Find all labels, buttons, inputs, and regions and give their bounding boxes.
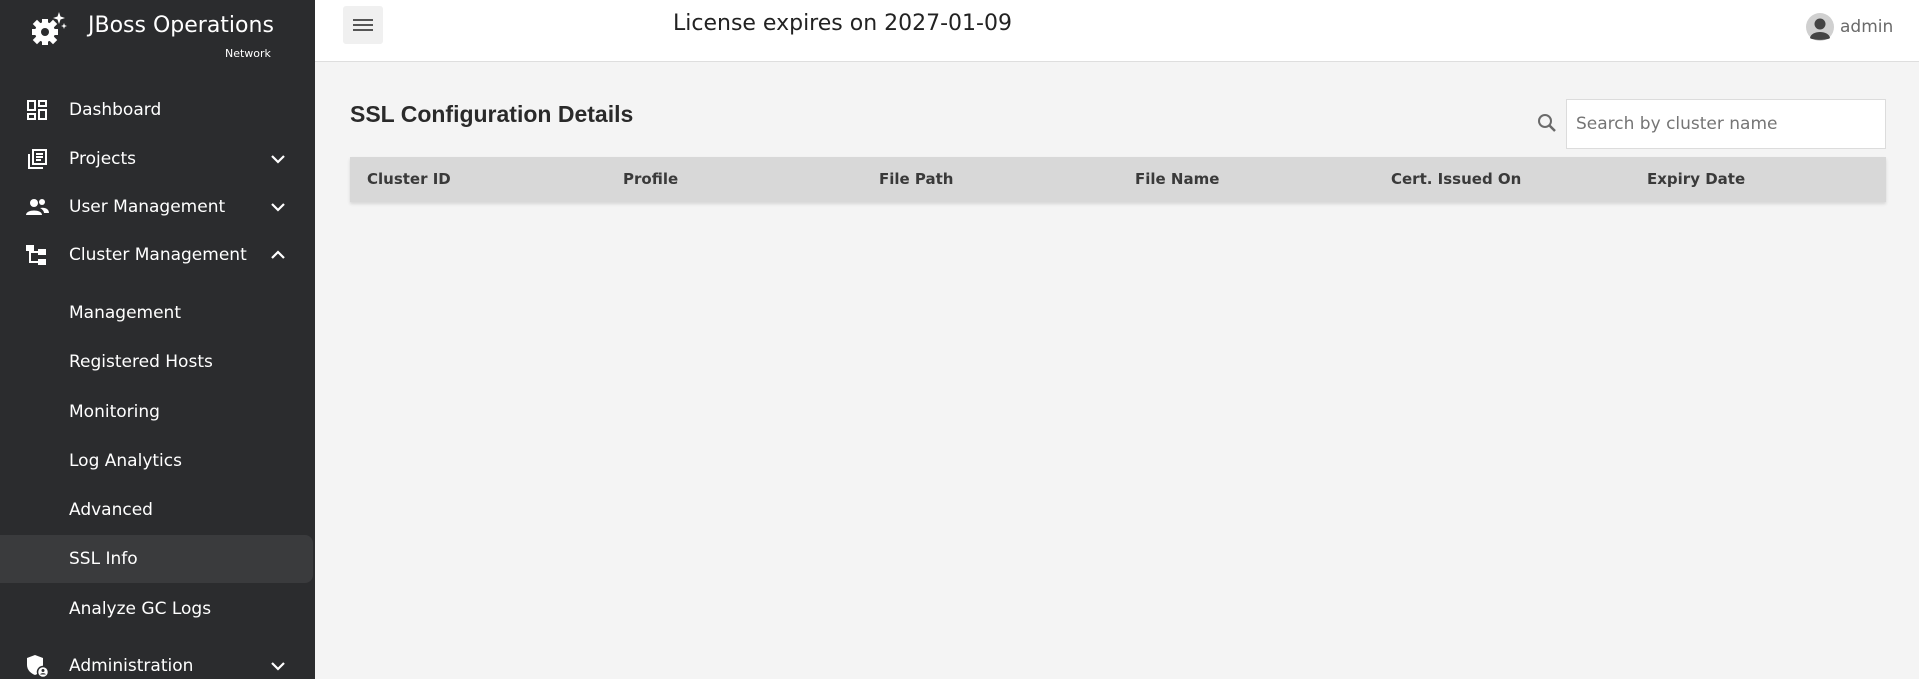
brand-title: JBoss Operations <box>88 13 274 38</box>
menu-toggle-button[interactable] <box>343 6 383 44</box>
chevron-down-icon[interactable] <box>268 149 288 169</box>
sidebar-subitem-monitoring[interactable]: Monitoring <box>0 388 315 436</box>
user-name: admin <box>1840 17 1894 37</box>
sidebar-subitem-registered-hosts[interactable]: Registered Hosts <box>0 338 315 386</box>
sidebar-item-cluster-management[interactable]: Cluster Management <box>0 231 315 279</box>
sidebar-subitem-label: Analyze GC Logs <box>69 599 212 619</box>
sidebar-subitem-analyze-gc-logs[interactable]: Analyze GC Logs <box>0 585 315 633</box>
sidebar-item-administration[interactable]: Administration <box>0 642 315 679</box>
chevron-up-icon[interactable] <box>268 245 288 265</box>
sidebar-subitem-label: Advanced <box>69 500 153 520</box>
sidebar-subitem-label: Monitoring <box>69 402 160 422</box>
brand[interactable]: JBoss Operations Network <box>0 0 315 80</box>
sidebar-item-projects[interactable]: Projects <box>0 135 315 183</box>
column-header-cert-issued-on[interactable]: Cert. Issued On <box>1391 157 1521 202</box>
search-icon[interactable] <box>1535 111 1559 135</box>
dashboard-icon <box>24 97 50 123</box>
sidebar-subitem-label: SSL Info <box>69 549 138 569</box>
projects-icon <box>24 146 50 172</box>
sidebar-item-label: Projects <box>69 149 137 169</box>
table-header: Cluster ID Profile File Path File Name C… <box>350 157 1886 202</box>
cluster-icon <box>24 242 50 268</box>
column-header-file-path[interactable]: File Path <box>879 157 954 202</box>
column-header-expiry-date[interactable]: Expiry Date <box>1647 157 1745 202</box>
sidebar-item-label: Administration <box>69 656 194 676</box>
hamburger-menu-icon <box>353 19 373 31</box>
column-header-cluster-id[interactable]: Cluster ID <box>367 157 451 202</box>
page-title: SSL Configuration Details <box>350 101 634 127</box>
column-header-file-name[interactable]: File Name <box>1135 157 1219 202</box>
brand-subtitle: Network <box>225 47 271 60</box>
column-header-profile[interactable]: Profile <box>623 157 678 202</box>
sidebar-subitem-label: Management <box>69 303 181 323</box>
license-expiry-text: License expires on 2027-01-09 <box>673 11 1012 36</box>
sidebar-subitem-ssl-info[interactable]: SSL Info <box>0 535 313 583</box>
sidebar-item-label: Dashboard <box>69 100 162 120</box>
sidebar-item-label: Cluster Management <box>69 245 247 265</box>
top-header: License expires on 2027-01-09 admin <box>315 0 1919 62</box>
sidebar-subitem-advanced[interactable]: Advanced <box>0 486 315 534</box>
chevron-down-icon[interactable] <box>268 197 288 217</box>
sidebar-subitem-label: Log Analytics <box>69 451 182 471</box>
admin-shield-icon <box>24 653 50 679</box>
sidebar-item-user-management[interactable]: User Management <box>0 183 315 231</box>
sidebar-subitem-log-analytics[interactable]: Log Analytics <box>0 437 315 485</box>
chevron-down-icon[interactable] <box>268 656 288 676</box>
sidebar-item-label: User Management <box>69 197 226 217</box>
user-avatar-icon <box>1806 13 1834 41</box>
sidebar-subitem-label: Registered Hosts <box>69 352 213 372</box>
gear-sparkle-logo-icon <box>32 12 67 45</box>
sidebar-item-dashboard[interactable]: Dashboard <box>0 86 315 134</box>
sidebar: JBoss Operations Network Dashboard Proje… <box>0 0 315 679</box>
search-input[interactable] <box>1566 99 1886 149</box>
user-menu[interactable]: admin <box>1806 12 1893 42</box>
users-icon <box>24 194 50 220</box>
sidebar-subitem-management[interactable]: Management <box>0 289 315 337</box>
